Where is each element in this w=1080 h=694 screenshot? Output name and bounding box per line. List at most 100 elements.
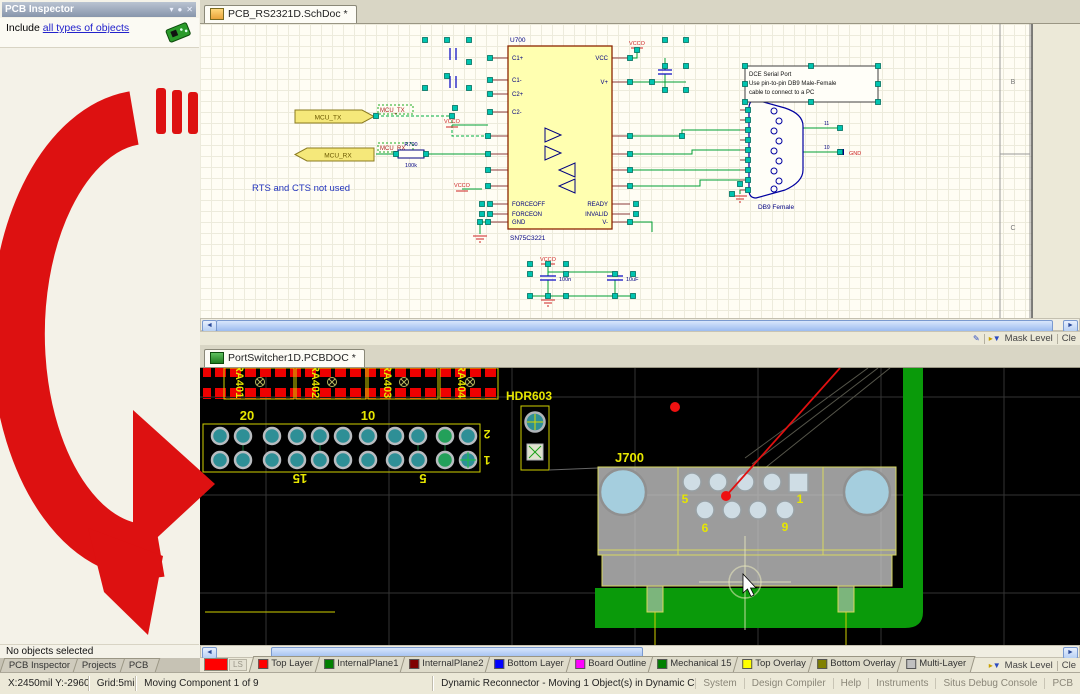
- mounting-hole: [844, 469, 890, 515]
- db9-connector[interactable]: J700 DB9 Female 11 10: [740, 89, 830, 211]
- layer-tab[interactable]: InternalPlane1: [314, 656, 407, 673]
- svg-text:V-: V-: [602, 220, 608, 226]
- pcb-icon: [163, 20, 193, 44]
- resistor-arrays[interactable]: RA401 RA402 RA403 RA404: [203, 368, 500, 399]
- ic-part: SN75C3221: [510, 235, 546, 242]
- cap-value: 100n: [559, 277, 571, 283]
- ratsnest-lines: [745, 368, 890, 468]
- svg-text:11: 11: [824, 121, 829, 127]
- svg-text:R700: R700: [404, 142, 417, 148]
- svg-text:C1-: C1-: [512, 78, 522, 84]
- statusbar-menu-item[interactable]: Design Compiler: [744, 678, 833, 689]
- svg-text:RA402: RA402: [309, 368, 321, 398]
- layer-color-swatch: [657, 658, 667, 668]
- pcb-canvas[interactable]: RA401 RA402 RA403 RA404 20 10 15 5 2 1 H…: [200, 368, 1080, 645]
- statusbar-menu-item[interactable]: PCB: [1044, 678, 1080, 689]
- include-scope-link[interactable]: all types of objects: [43, 22, 129, 34]
- cap-value: 10uF: [626, 277, 639, 283]
- statusbar-menu-item[interactable]: Help: [833, 678, 869, 689]
- status-bar: X:2450mil Y:-2960mil Grid:5mil Moving Co…: [0, 672, 1080, 694]
- clear-button[interactable]: Cle: [1062, 660, 1076, 671]
- layer-tab[interactable]: Board Outline: [565, 656, 655, 673]
- svg-text:VCC: VCC: [595, 56, 608, 62]
- tab-pcbdoc[interactable]: PortSwitcher1D.PCBDOC *: [204, 349, 365, 367]
- titlebar-icon[interactable]: ●: [177, 6, 182, 14]
- layer-tab[interactable]: Top Overlay: [733, 656, 815, 673]
- grid-indicator: Grid:5mil: [89, 676, 136, 691]
- pcb-inspector-panel: PCB Inspector ▾ ● ✕ Include all types of o…: [0, 0, 201, 672]
- note-box[interactable]: DCE Serial Port Use pin-to-pin DB9 Male-…: [745, 66, 878, 102]
- statusbar-menu-item[interactable]: Situs Debug Console: [935, 678, 1044, 689]
- layer-tab-bar: LS Top Layer InternalPlane1 InternalPlan…: [200, 658, 1080, 672]
- titlebar-icon[interactable]: ▾: [169, 6, 173, 14]
- current-layer-swatch[interactable]: [204, 658, 228, 671]
- port-mcu-rx[interactable]: MCU_RX: [295, 148, 374, 161]
- moving-status: Moving Component 1 of 9: [136, 676, 433, 691]
- svg-text:MCU_TX: MCU_TX: [315, 115, 342, 122]
- svg-text:V+: V+: [600, 80, 608, 86]
- ic-designator: U700: [510, 37, 526, 44]
- panel-titlebar[interactable]: PCB Inspector ▾ ● ✕: [2, 2, 196, 17]
- layer-tab[interactable]: Top Layer: [248, 656, 321, 673]
- statusbar-menu-item[interactable]: System: [695, 678, 743, 689]
- layer-color-swatch: [742, 658, 752, 668]
- pcb-tabbar: PortSwitcher1D.PCBDOC *: [200, 345, 1080, 368]
- panel-tab[interactable]: PCB: [119, 658, 159, 672]
- layer-tab[interactable]: Bottom Layer: [485, 656, 573, 673]
- svg-text:MCU_RX: MCU_RX: [324, 153, 352, 160]
- panel-title: PCB Inspector: [5, 4, 165, 15]
- svg-text:cable to connect to a PC: cable to connect to a PC: [749, 90, 815, 96]
- rts-cts-note[interactable]: RTS and CTS not used: [252, 183, 350, 194]
- panel-tab-strip: PCB InspectorProjectsPCB: [0, 658, 201, 672]
- svg-text:10: 10: [361, 408, 375, 423]
- svg-text:FORCEON: FORCEON: [512, 212, 542, 218]
- svg-text:VCCO: VCCO: [444, 119, 461, 125]
- layer-color-swatch: [409, 658, 419, 668]
- layer-color-swatch: [258, 658, 268, 668]
- svg-text:RA403: RA403: [381, 368, 393, 398]
- svg-text:J700: J700: [615, 450, 644, 465]
- svg-text:6: 6: [702, 521, 709, 535]
- hdr603-component[interactable]: HDR603: [506, 389, 598, 470]
- svg-text:5: 5: [682, 492, 689, 506]
- statusbar-menu-item[interactable]: Instruments: [868, 678, 935, 689]
- edit-icon[interactable]: ✎: [973, 334, 980, 343]
- svg-text:100k: 100k: [405, 163, 417, 169]
- connection-dot: [721, 491, 731, 501]
- include-label: Include: [6, 22, 40, 34]
- tab-schdoc[interactable]: PCB_RS2321D.SchDoc *: [204, 5, 357, 23]
- filter-icon[interactable]: ▸▼: [989, 334, 1001, 343]
- cursor-coordinates: X:2450mil Y:-2960mil: [0, 676, 89, 691]
- svg-text:C2-: C2-: [512, 110, 522, 116]
- layer-tab[interactable]: InternalPlane2: [399, 656, 492, 673]
- sheet-zone: B: [1011, 79, 1016, 86]
- svg-text:5: 5: [419, 471, 426, 486]
- svg-text:FORCEOFF: FORCEOFF: [512, 202, 545, 208]
- layer-color-swatch: [494, 658, 504, 668]
- schematic-tabbar: PCB_RS2321D.SchDoc *: [200, 0, 1080, 24]
- svg-text:MCU_TX: MCU_TX: [380, 108, 405, 114]
- pin-header[interactable]: 20 10 15 5 2 1: [203, 408, 490, 486]
- ic-u700[interactable]: U700 SN75C3221 C1+ C1- C2+ C2- FORCEOFF …: [490, 37, 630, 242]
- clear-button[interactable]: Cle: [1062, 333, 1076, 344]
- layer-tab[interactable]: Bottom Overlay: [807, 656, 904, 673]
- schematic-canvas[interactable]: B C: [200, 24, 1080, 318]
- inspector-status: No objects selected: [0, 644, 199, 658]
- filter-icon[interactable]: ▸▼: [989, 661, 1001, 670]
- svg-text:VCCO: VCCO: [629, 41, 646, 47]
- layer-set-button[interactable]: LS: [229, 659, 247, 671]
- mask-level-button[interactable]: Mask Level: [1005, 333, 1053, 344]
- j700-footprint[interactable]: J700 5 1 6 9: [598, 368, 896, 612]
- svg-text:1: 1: [797, 492, 804, 506]
- layer-tab[interactable]: Mechanical 15: [647, 656, 740, 673]
- titlebar-icon[interactable]: ✕: [186, 6, 193, 14]
- mask-level-button[interactable]: Mask Level: [1005, 660, 1053, 671]
- port-mcu-tx[interactable]: MCU_TX: [295, 110, 374, 123]
- layer-tab[interactable]: Multi-Layer: [897, 656, 976, 673]
- mounting-hole: [600, 469, 646, 515]
- panel-tab[interactable]: PCB Inspector: [0, 658, 82, 672]
- svg-text:READY: READY: [587, 202, 608, 208]
- svg-text:C1+: C1+: [512, 56, 524, 62]
- svg-text:VCCO: VCCO: [454, 183, 471, 189]
- schematic-hscrollbar[interactable]: ◄ ►: [200, 318, 1080, 331]
